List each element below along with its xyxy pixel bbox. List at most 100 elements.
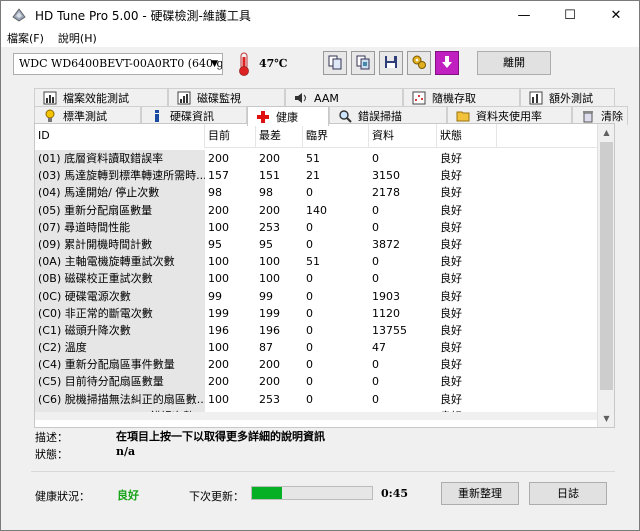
table-row[interactable]: (C6) 脫機掃描無法糾正的扇區數... 100 253 0 0 良好 [35,390,597,408]
table-row[interactable]: (05) 重新分配扇區數量 200 200 140 0 良好 [35,201,597,219]
table-row[interactable]: (C0) 非正常的斷電次數 199 199 0 1120 良好 [35,304,597,322]
table-row[interactable]: (01) 底層資料讀取錯誤率 200 200 51 0 良好 [35,150,597,168]
tab-label: 硬碟資訊 [170,110,214,123]
red-cross-icon [256,110,270,124]
tab-random-access[interactable]: 隨機存取 [403,88,520,107]
cell-data: 13755 [372,323,407,337]
column-header-current[interactable]: 目前 [205,124,256,148]
table-row[interactable]: (09) 累計開機時間計數 95 95 0 3872 良好 [35,235,597,254]
cell-id: (C4) 重新分配扇區事件數量 [35,356,205,374]
options-button[interactable] [407,51,431,75]
tab-label: 錯誤掃描 [358,110,402,123]
copy-screenshot-button[interactable] [351,51,375,75]
cell-threshold: 0 [306,375,313,389]
temperature-readout: 47℃ [259,57,288,70]
cell-threshold: 0 [306,392,313,406]
cell-id: (0A) 主軸電機旋轉重試次數 [35,253,205,271]
cell-current: 100 [208,255,229,269]
countdown-timer: 0:45 [381,487,409,500]
next-update-label: 下次更新： [189,490,244,503]
copy-text-button[interactable] [323,51,347,75]
cell-status: 良好 [440,220,462,234]
cell-data: 1903 [372,289,400,303]
table-row[interactable]: (C1) 磁頭升降次數 196 196 0 13755 良好 [35,321,597,340]
column-header-status[interactable]: 狀態 [437,124,497,148]
cell-id: (04) 馬達開始/ 停止次數 [35,184,205,202]
cell-status: 良好 [440,341,462,355]
tab-file-benchmark[interactable]: 檔案效能測試 [34,88,168,107]
cell-status: 良好 [440,289,462,303]
divider [31,471,615,472]
exit-button[interactable]: 離開 [477,51,551,75]
cell-threshold: 0 [306,237,313,251]
table-row[interactable]: (0B) 磁碟校正重試次數 100 100 0 0 良好 [35,270,597,288]
cell-id: (07) 尋道時間性能 [35,218,205,236]
cell-status: 良好 [440,237,462,251]
cell-worst: 199 [259,306,280,320]
log-button[interactable]: 日誌 [529,482,607,505]
table-row[interactable]: (C4) 重新分配扇區事件數量 200 200 0 0 良好 [35,356,597,374]
cell-data: 0 [372,358,379,372]
tab-label: AAM [314,91,339,105]
cell-threshold: 21 [306,169,320,183]
title-bar: HD Tune Pro 5.00 - 硬碟檢測-維護工具 — ☐ ✕ [1,1,639,29]
column-header-threshold[interactable]: 臨界 [303,124,369,148]
maximize-button[interactable]: ☐ [547,1,593,29]
tab-label: 健康 [276,110,298,124]
minimize-button[interactable]: — [501,1,547,29]
cell-status: 良好 [440,323,462,337]
scrollbar-thumb[interactable] [600,142,613,390]
tab-label: 資料夾使用率 [476,110,542,123]
chart-icon [529,91,543,105]
cell-worst: 98 [259,186,273,200]
table-row[interactable]: (0C) 硬碟電源次數 99 99 0 1903 良好 [35,287,597,305]
tab-extra-tests[interactable]: 額外測試 [520,88,615,107]
menu-file[interactable]: 檔案(F) [7,30,44,46]
column-header-id[interactable]: ID [35,124,205,148]
tab-label: 檔案效能測試 [63,92,129,105]
column-header-worst[interactable]: 最差 [256,124,303,148]
copy-icon [327,54,343,73]
cell-status: 良好 [440,272,462,286]
description-text: 在項目上按一下以取得更多詳細的說明資訊 [116,430,325,443]
horizontal-scrollbar[interactable] [35,412,597,420]
update-progress-bar [251,486,373,500]
health-status-label: 健康狀況： [35,490,90,503]
cell-threshold: 0 [306,289,313,303]
column-header-data[interactable]: 資料 [369,124,437,148]
table-row[interactable]: (C5) 目前待分配扇區數量 200 200 0 0 良好 [35,373,597,391]
close-button[interactable]: ✕ [593,1,639,29]
cell-id: (C2) 溫度 [35,339,205,357]
cell-data: 0 [372,272,379,286]
tab-health[interactable]: 健康 [247,106,329,126]
gears-icon [411,54,427,73]
table-row[interactable]: (07) 尋道時間性能 100 253 0 0 良好 [35,218,597,236]
cell-data: 47 [372,341,386,355]
cell-current: 100 [208,272,229,286]
tab-disk-monitor[interactable]: 磁碟監視 [168,88,285,107]
status-text: n/a [116,445,136,458]
vertical-scrollbar[interactable]: ▲ ▼ [597,124,614,427]
cell-worst: 95 [259,237,273,251]
refresh-button[interactable]: 重新整理 [441,482,519,505]
scroll-up-icon[interactable]: ▲ [598,124,615,141]
download-button[interactable] [435,51,459,75]
table-row[interactable]: (04) 馬達開始/ 停止次數 98 98 0 2178 良好 [35,184,597,202]
cell-data: 0 [372,255,379,269]
magnifier-icon [338,109,352,123]
cell-status: 良好 [440,169,462,183]
cell-worst: 200 [259,152,280,165]
drive-select[interactable]: WDC WD6400BEVT-00A0RT0 (640 gE ▼ [13,53,223,75]
table-row[interactable]: (03) 馬達旋轉到標準轉速所需時... 157 151 21 3150 良好 [35,167,597,185]
toolbar: WDC WD6400BEVT-00A0RT0 (640 gE ▼ 47℃ 離開 [1,47,639,83]
tab-aam[interactable]: AAM [285,88,403,107]
table-row[interactable]: (0A) 主軸電機旋轉重試次數 100 100 51 0 良好 [35,253,597,271]
cell-current: 200 [208,203,229,217]
save-button[interactable] [379,51,403,75]
scroll-down-icon[interactable]: ▼ [598,410,615,427]
tab-label: 額外測試 [549,92,593,105]
cell-data: 0 [372,203,379,217]
table-row[interactable]: (C2) 溫度 100 87 0 47 良好 [35,339,597,357]
menu-help[interactable]: 說明(H) [58,30,97,46]
cell-worst: 100 [259,255,280,269]
